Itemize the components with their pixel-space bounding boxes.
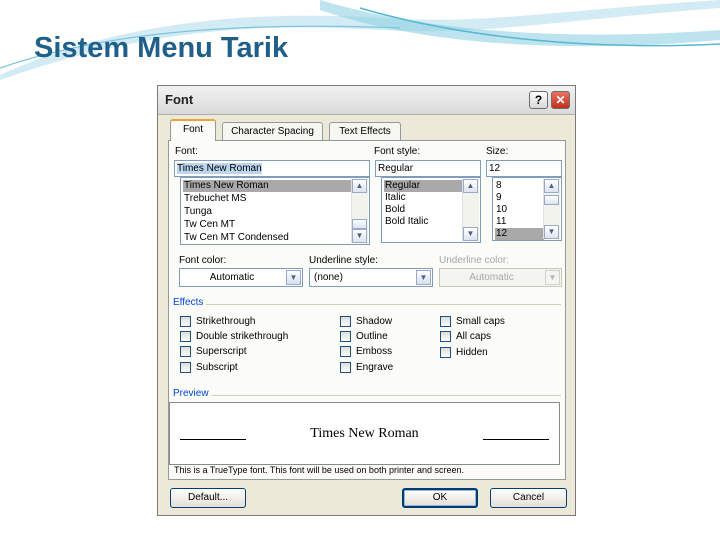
- slide-title: Sistem Menu Tarik: [34, 32, 289, 64]
- effects-group-label: Effects: [173, 297, 207, 308]
- close-icon: ✕: [555, 93, 566, 107]
- size-scrollbar[interactable]: ▲ ▼: [543, 179, 560, 239]
- list-item[interactable]: Regular: [384, 180, 463, 192]
- list-item[interactable]: 11: [495, 216, 506, 228]
- preview-underline-right: [483, 439, 549, 440]
- dialog-title: Font: [165, 92, 194, 107]
- list-item[interactable]: Bold: [384, 204, 405, 216]
- font-name-list[interactable]: Times New Roman Trebuchet MS Tunga Tw Ce…: [180, 177, 370, 245]
- list-item[interactable]: Bold Italic: [384, 216, 428, 228]
- list-item[interactable]: 9: [495, 192, 502, 204]
- font-style-scrollbar[interactable]: ▲ ▼: [462, 179, 479, 241]
- font-style-list[interactable]: Regular Italic Bold Bold Italic ▲ ▼: [381, 177, 481, 243]
- scroll-down-icon[interactable]: ▼: [544, 225, 559, 239]
- tab-text-effects[interactable]: Text Effects: [329, 122, 401, 140]
- list-item[interactable]: 8: [495, 180, 502, 192]
- size-input[interactable]: 12: [486, 160, 562, 177]
- ok-button[interactable]: OK: [402, 488, 478, 508]
- scroll-up-icon[interactable]: ▲: [352, 179, 367, 193]
- help-button[interactable]: ?: [529, 91, 548, 109]
- underline-color-dropdown: Automatic ▼: [439, 268, 562, 287]
- list-item[interactable]: Trebuchet MS: [183, 193, 246, 205]
- chevron-down-icon[interactable]: ▼: [286, 270, 301, 285]
- dialog-titlebar[interactable]: Font ? ✕: [158, 86, 575, 115]
- list-item[interactable]: Tw Cen MT: [183, 219, 235, 231]
- list-item[interactable]: 12: [495, 228, 544, 240]
- font-name-input[interactable]: Times New Roman: [174, 160, 370, 177]
- cancel-button[interactable]: Cancel: [490, 488, 567, 508]
- default-button[interactable]: Default...: [170, 488, 246, 508]
- font-style-label: Font style:: [374, 146, 421, 157]
- font-color-dropdown[interactable]: Automatic ▼: [179, 268, 303, 287]
- underline-color-label: Underline color:: [439, 255, 510, 266]
- scroll-up-icon[interactable]: ▲: [463, 179, 478, 193]
- scroll-thumb[interactable]: [544, 195, 559, 205]
- font-style-input[interactable]: Regular: [375, 160, 481, 177]
- list-item[interactable]: Tunga: [183, 206, 212, 218]
- help-icon: ?: [534, 93, 543, 107]
- scroll-down-icon[interactable]: ▼: [463, 227, 478, 241]
- scroll-up-icon[interactable]: ▲: [544, 179, 559, 193]
- font-label: Font:: [175, 146, 198, 157]
- chevron-down-icon: ▼: [545, 270, 560, 285]
- scroll-thumb[interactable]: [352, 219, 367, 229]
- effects-divider: [175, 304, 561, 305]
- underline-style-label: Underline style:: [309, 255, 378, 266]
- list-item[interactable]: Times New Roman: [183, 180, 352, 192]
- font-dialog: Font ? ✕ Font Character Spacing Text Eff…: [157, 85, 576, 516]
- preview-group-label: Preview: [173, 388, 212, 399]
- truetype-note: This is a TrueType font. This font will …: [174, 465, 464, 475]
- size-list[interactable]: 8 9 10 11 12 ▲ ▼: [492, 177, 562, 241]
- tab-font[interactable]: Font: [170, 119, 216, 141]
- scroll-down-icon[interactable]: ▼: [352, 229, 367, 243]
- preview-divider: [175, 395, 561, 396]
- close-button[interactable]: ✕: [551, 91, 570, 109]
- list-item[interactable]: 10: [495, 204, 507, 216]
- underline-style-dropdown[interactable]: (none) ▼: [309, 268, 433, 287]
- preview-box: Times New Roman: [169, 402, 560, 465]
- size-label: Size:: [486, 146, 509, 157]
- list-item[interactable]: Tw Cen MT Condensed: [183, 232, 289, 244]
- font-color-label: Font color:: [179, 255, 227, 266]
- chevron-down-icon[interactable]: ▼: [416, 270, 431, 285]
- font-list-scrollbar[interactable]: ▲ ▼: [351, 179, 368, 243]
- tab-character-spacing[interactable]: Character Spacing: [222, 122, 323, 140]
- list-item[interactable]: Italic: [384, 192, 406, 204]
